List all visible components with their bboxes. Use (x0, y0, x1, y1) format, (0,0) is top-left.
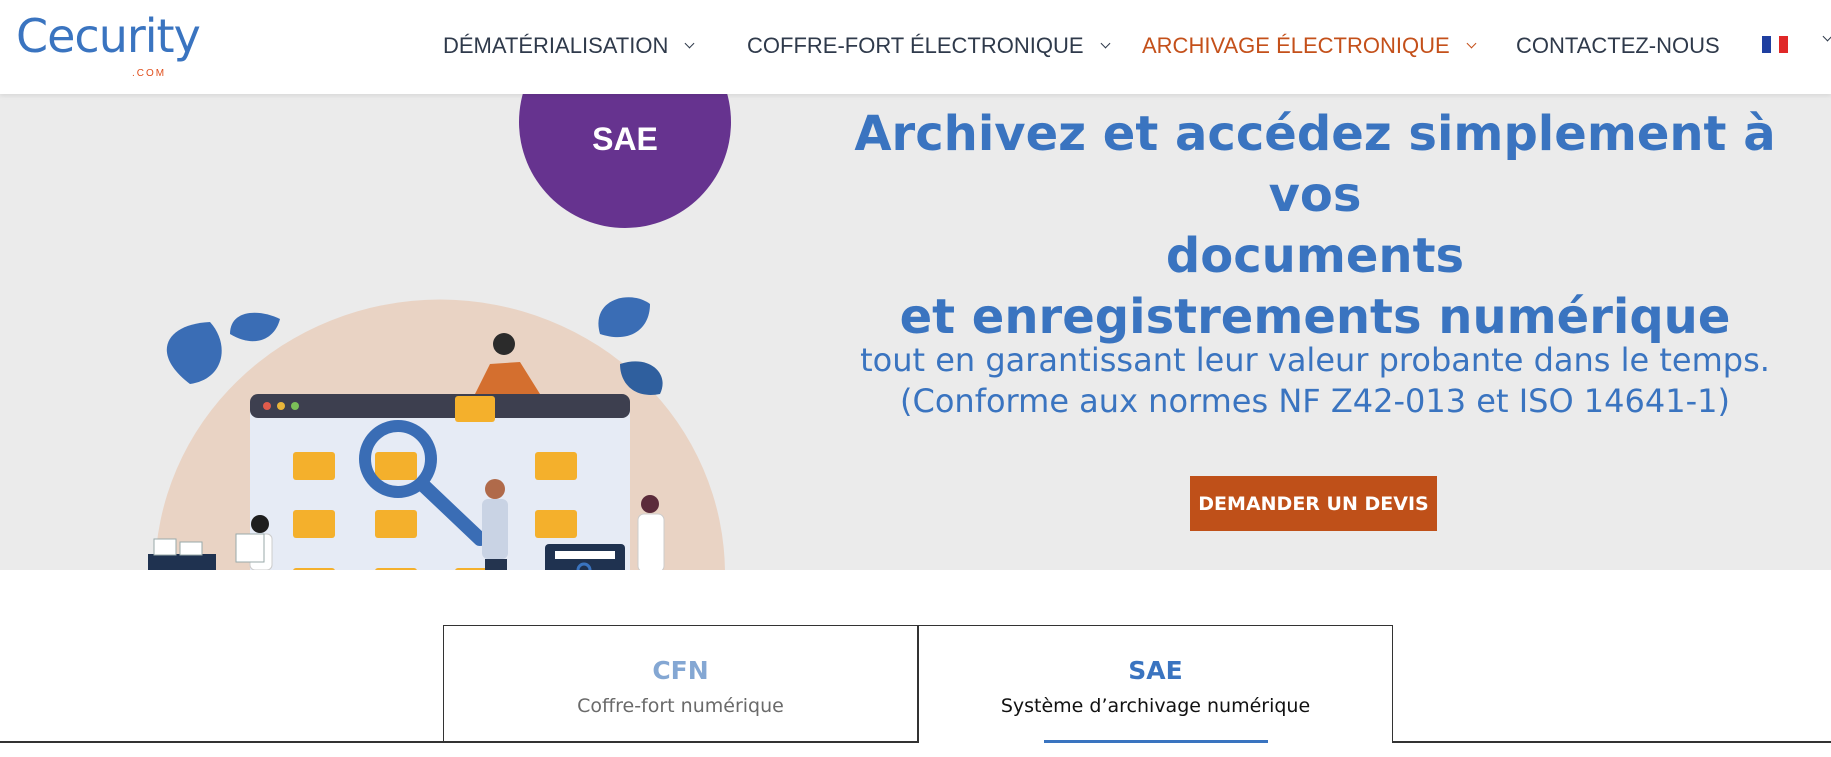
hero-banner: SAE Archivez et accédez simplement à vos… (0, 94, 1831, 570)
archive-illustration (148, 297, 725, 570)
nav-item-label: CONTACTEZ-NOUS (1516, 33, 1720, 58)
logo-wordmark: Cecurity (16, 9, 201, 63)
nav-item-contact[interactable]: CONTACTEZ-NOUS (1516, 32, 1720, 60)
hero-subline: tout en garantissant leur valeur probant… (830, 340, 1800, 422)
subline-line-1: tout en garantissant leur valeur probant… (860, 341, 1770, 379)
headline-line-3: et enregistrements numérique (899, 289, 1731, 345)
nav-item-archivage[interactable]: ARCHIVAGE ÉLECTRONIQUE (1142, 32, 1477, 60)
logo-domain: .COM (132, 68, 167, 79)
tab-code: SAE (1128, 656, 1183, 685)
headline-line-1: Archivez et accédez simplement à vos (854, 106, 1776, 223)
chevron-down-icon (1466, 38, 1477, 49)
sae-badge-label: SAE (592, 121, 658, 157)
nav-item-coffre-fort[interactable]: COFFRE-FORT ÉLECTRONIQUE (747, 32, 1110, 60)
hero-headline: Archivez et accédez simplement à vos doc… (830, 104, 1800, 348)
nav-item-dematerialisation[interactable]: DÉMATÉRIALISATION (443, 32, 695, 60)
chevron-down-icon (1100, 38, 1110, 49)
headline-line-2: documents (1165, 228, 1465, 284)
language-chevron-down-icon[interactable] (1822, 31, 1831, 42)
tab-sae[interactable]: SAE Système d’archivage numérique (918, 625, 1393, 743)
tab-description: Coffre-fort numérique (577, 695, 784, 717)
nav-item-label: DÉMATÉRIALISATION (443, 33, 669, 58)
tab-code: CFN (652, 656, 709, 685)
chevron-down-icon (684, 38, 695, 49)
active-tab-indicator (1044, 740, 1268, 743)
nav-item-label: COFFRE-FORT ÉLECTRONIQUE (747, 33, 1084, 58)
sae-badge: SAE (519, 94, 731, 228)
request-quote-button[interactable]: DEMANDER UN DEVIS (1190, 476, 1437, 531)
site-header: Cecurity .COM DÉMATÉRIALISATION COFFRE-F… (0, 0, 1831, 94)
tab-cfn[interactable]: CFN Coffre-fort numérique (443, 625, 918, 742)
nav-item-label: ARCHIVAGE ÉLECTRONIQUE (1142, 33, 1450, 58)
subline-line-2: (Conforme aux normes NF Z42-013 et ISO 1… (900, 382, 1730, 420)
cecurity-logo[interactable]: Cecurity .COM (16, 10, 201, 82)
flag-france-icon[interactable] (1762, 36, 1789, 53)
tab-description: Système d’archivage numérique (1000, 695, 1311, 717)
